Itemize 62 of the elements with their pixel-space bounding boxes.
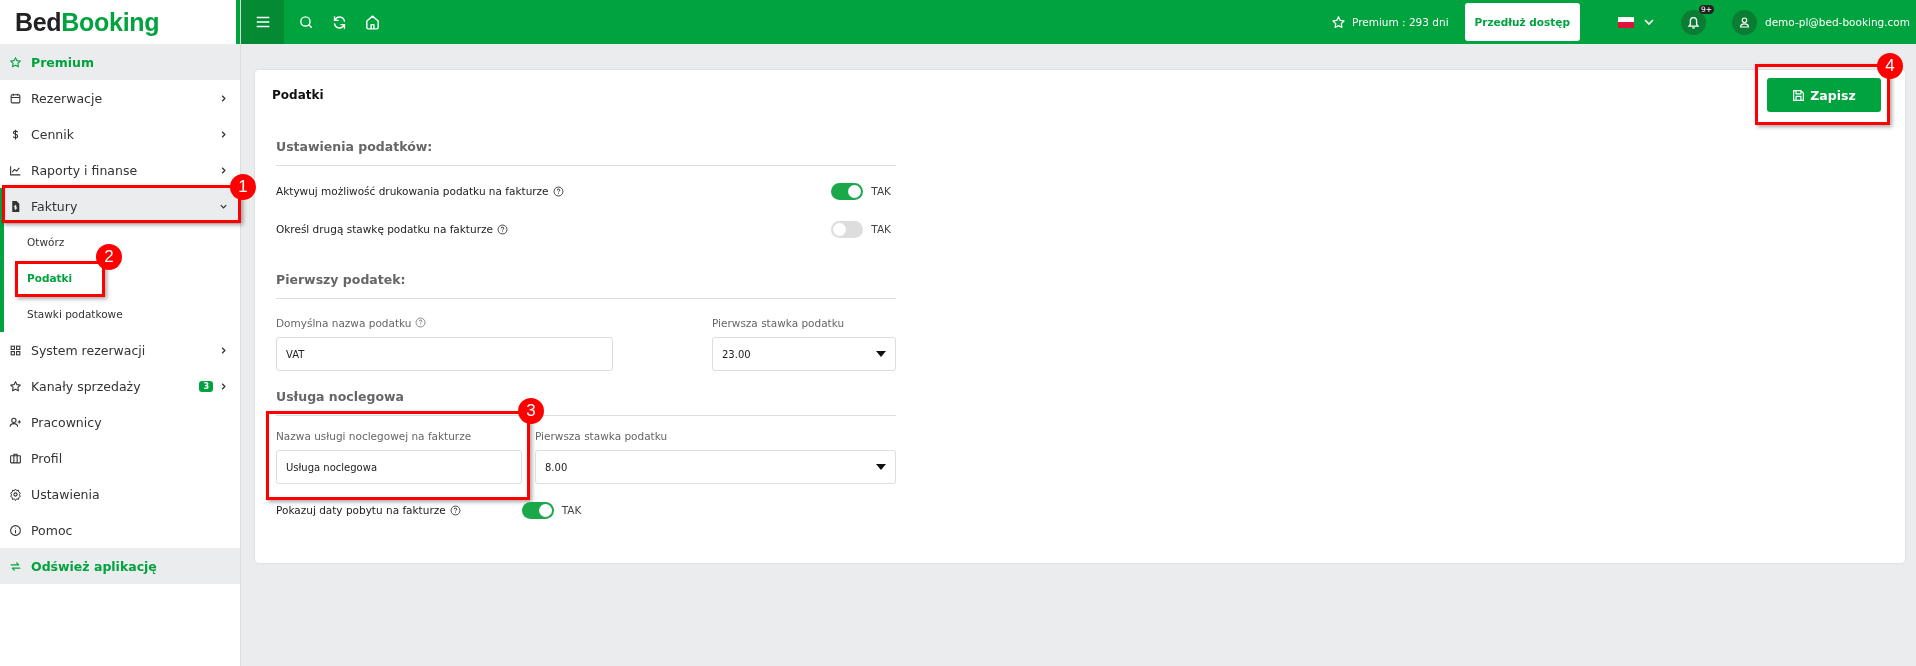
submenu-item[interactable]: Stawki podatkowe <box>27 308 123 320</box>
count-badge: 3 <box>199 380 213 392</box>
section-heading: Pierwszy podatek: <box>276 266 896 299</box>
briefcase-icon <box>9 451 22 465</box>
sidebar-item[interactable]: Cennik <box>0 116 240 152</box>
field-label: Domyślna nazwa podatku <box>276 317 412 329</box>
chevron-icon <box>219 165 228 175</box>
text-field[interactable]: Usługa noclegowa <box>276 450 522 484</box>
star-icon <box>9 55 22 69</box>
setting-label: Aktywuj możliwość drukowania podatku na fakturze <box>276 185 549 197</box>
sidebar-item[interactable]: Rezerwacje <box>0 80 240 116</box>
submenu-item[interactable]: Otwórz <box>27 236 65 248</box>
calendar-icon <box>9 91 22 105</box>
toggle-label: TAK <box>871 185 891 197</box>
toggle-label: TAK <box>561 504 582 516</box>
toggle-label: TAK <box>871 223 891 235</box>
refresh-icon[interactable] <box>331 13 348 31</box>
info-icon <box>9 523 22 537</box>
field-label: Nazwa usługi noclegowej na fakturze <box>276 430 472 442</box>
field-label: Pierwsza stawka podatku <box>712 317 845 329</box>
chevron-icon <box>219 129 228 139</box>
caret-icon <box>876 464 886 470</box>
setting-label: Pokazuj daty pobytu na fakturze <box>276 504 446 516</box>
settings-icon <box>9 487 22 501</box>
select-field[interactable]: 8.00 <box>535 450 896 484</box>
sidebar-item[interactable]: Profil <box>0 440 240 476</box>
chevron-icon <box>219 345 228 355</box>
field-label: Pierwsza stawka podatku <box>535 430 668 442</box>
sidebar-item[interactable]: Ustawienia <box>0 476 240 512</box>
chevron-icon <box>219 93 228 103</box>
search-icon[interactable] <box>298 13 315 31</box>
toggle-switch[interactable] <box>521 501 554 519</box>
sidebar-item[interactable]: Kanały sprzedaży 3 <box>0 368 240 404</box>
user-icon[interactable] <box>1731 9 1757 35</box>
callout-badge: 4 <box>1877 53 1903 79</box>
sidebar-item[interactable]: System rezerwacji <box>0 332 240 368</box>
section-heading: Ustawienia podatków: <box>276 133 896 166</box>
document-icon <box>9 199 22 213</box>
refresh-icon <box>9 559 22 573</box>
flag-icon[interactable] <box>1617 16 1634 28</box>
user-plus-icon <box>9 415 22 429</box>
sidebar-item[interactable]: Pracownicy <box>0 404 240 440</box>
chart-icon <box>9 163 22 177</box>
chevron-icon <box>219 381 228 391</box>
select-field[interactable]: 23.00 <box>712 337 896 371</box>
logo[interactable]: BedBooking <box>15 7 160 37</box>
toggle-switch[interactable] <box>831 182 864 200</box>
premium-days: Premium : 293 dni <box>1352 16 1449 28</box>
chevron-icon[interactable] <box>1642 16 1655 28</box>
page-title: Podatki <box>272 88 324 102</box>
home-icon[interactable] <box>364 13 381 31</box>
sidebar-item[interactable]: Pomoc <box>0 512 240 548</box>
callout-badge: 2 <box>96 244 122 270</box>
toggle-switch[interactable] <box>831 220 864 238</box>
caret-icon <box>876 351 886 357</box>
star-icon <box>9 379 22 393</box>
menu-button[interactable] <box>241 0 284 44</box>
grid-icon <box>9 343 22 357</box>
callout-badge: 3 <box>518 398 544 424</box>
text-field[interactable]: VAT <box>276 337 613 371</box>
star-icon <box>1331 14 1346 30</box>
setting-label: Określ drugą stawkę podatku na fakturze <box>276 223 493 235</box>
